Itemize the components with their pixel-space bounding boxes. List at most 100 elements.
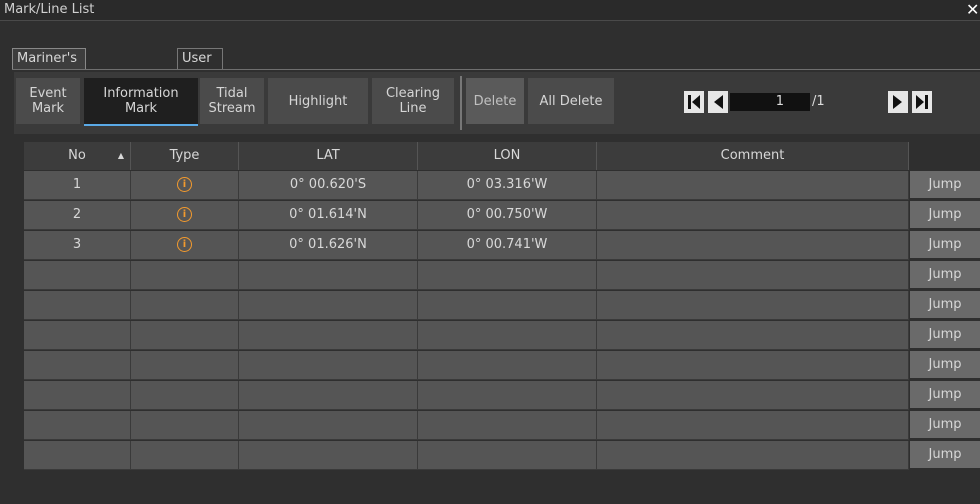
cell-lat: 0° 00.620'S bbox=[239, 171, 418, 200]
cell-type: i bbox=[131, 231, 239, 260]
tab-mariners-mark-line[interactable]: Mariner's Mark/Line bbox=[12, 48, 86, 86]
jump-button[interactable]: Jump bbox=[910, 351, 980, 378]
cell-comment bbox=[597, 411, 909, 440]
cell-no: 2 bbox=[24, 201, 131, 230]
jump-button[interactable]: Jump bbox=[910, 171, 980, 198]
cell-no: 1 bbox=[24, 171, 131, 200]
cell-type: i bbox=[131, 171, 239, 200]
cell-comment bbox=[597, 321, 909, 350]
cell-lon bbox=[418, 321, 597, 350]
clearing-line-label-2: Line bbox=[399, 101, 427, 116]
cell-lon bbox=[418, 261, 597, 290]
cell-no bbox=[24, 321, 131, 350]
header-comment[interactable]: Comment bbox=[597, 142, 909, 170]
prev-page-button[interactable] bbox=[708, 91, 728, 113]
information-mark-button[interactable]: Information Mark bbox=[84, 78, 198, 126]
cell-lon bbox=[418, 381, 597, 410]
jump-button[interactable]: Jump bbox=[910, 441, 980, 468]
window-title: Mark/Line List bbox=[4, 2, 95, 17]
jump-button[interactable]: Jump bbox=[910, 201, 980, 228]
cell-no: 3 bbox=[24, 231, 131, 260]
last-page-icon bbox=[916, 95, 928, 109]
clearing-line-button[interactable]: Clearing Line bbox=[372, 78, 454, 124]
info-icon: i bbox=[177, 207, 192, 222]
title-bar: Mark/Line List ✕ bbox=[0, 0, 980, 21]
highlight-button[interactable]: Highlight bbox=[268, 78, 368, 124]
last-page-button[interactable] bbox=[912, 91, 932, 113]
cell-no bbox=[24, 291, 131, 320]
cell-type bbox=[131, 411, 239, 440]
cell-comment bbox=[597, 261, 909, 290]
page-number-field[interactable]: 1 bbox=[730, 93, 810, 111]
all-delete-button[interactable]: All Delete bbox=[528, 78, 614, 124]
jump-button[interactable]: Jump bbox=[910, 261, 980, 288]
event-mark-button[interactable]: Event Mark bbox=[16, 78, 80, 124]
cell-no bbox=[24, 381, 131, 410]
cell-no bbox=[24, 261, 131, 290]
cell-type bbox=[131, 291, 239, 320]
current-page: 1 bbox=[775, 94, 784, 109]
toolbar: Event Mark Information Mark Tidal Stream Hi… bbox=[14, 72, 980, 134]
next-page-icon bbox=[893, 95, 902, 109]
tidal-stream-label-2: Stream bbox=[208, 101, 256, 116]
jump-button[interactable]: Jump bbox=[910, 411, 980, 438]
cell-lat bbox=[239, 321, 418, 350]
cell-lat bbox=[239, 291, 418, 320]
cell-comment bbox=[597, 201, 909, 230]
jump-button[interactable]: Jump bbox=[910, 231, 980, 258]
delete-button[interactable]: Delete bbox=[466, 78, 524, 124]
sort-asc-icon: ▲ bbox=[117, 151, 124, 160]
cell-no bbox=[24, 411, 131, 440]
cell-no bbox=[24, 351, 131, 380]
info-icon: i bbox=[177, 237, 192, 252]
table-row[interactable]: 3 i 0° 01.626'N 0° 00.741'W Jump bbox=[24, 231, 980, 260]
table-row[interactable]: Jump bbox=[24, 411, 980, 440]
table-row[interactable]: Jump bbox=[24, 381, 980, 410]
header-no-label: No bbox=[68, 148, 86, 163]
tidal-stream-button[interactable]: Tidal Stream bbox=[200, 78, 264, 124]
header-no[interactable]: No ▲ bbox=[24, 142, 131, 170]
event-mark-label-2: Mark bbox=[31, 101, 65, 116]
cell-comment bbox=[597, 441, 909, 470]
jump-button[interactable]: Jump bbox=[910, 381, 980, 408]
cell-no bbox=[24, 441, 131, 470]
first-page-icon bbox=[688, 95, 700, 109]
toolbar-separator bbox=[460, 76, 462, 130]
clearing-line-label-1: Clearing bbox=[385, 86, 441, 101]
close-icon[interactable]: ✕ bbox=[966, 0, 980, 20]
table-row[interactable]: Jump bbox=[24, 321, 980, 350]
table-row[interactable]: Jump bbox=[24, 441, 980, 470]
table-row[interactable]: 1 i 0° 00.620'S 0° 03.316'W Jump bbox=[24, 171, 980, 200]
mark-line-list-window: Mark/Line List ✕ Mariner's Mark/Line Use… bbox=[0, 0, 980, 504]
table-row[interactable]: Jump bbox=[24, 351, 980, 380]
cell-lat bbox=[239, 261, 418, 290]
tidal-stream-label-1: Tidal bbox=[216, 86, 248, 101]
cell-lat bbox=[239, 411, 418, 440]
cell-comment bbox=[597, 351, 909, 380]
total-pages: /1 bbox=[812, 94, 825, 109]
event-mark-label-1: Event bbox=[29, 86, 67, 101]
header-lat[interactable]: LAT bbox=[239, 142, 418, 170]
cell-type bbox=[131, 441, 239, 470]
cell-lon: 0° 00.750'W bbox=[418, 201, 597, 230]
table-row[interactable]: Jump bbox=[24, 291, 980, 320]
cell-comment bbox=[597, 231, 909, 260]
jump-button[interactable]: Jump bbox=[910, 321, 980, 348]
cell-type: i bbox=[131, 201, 239, 230]
prev-page-icon bbox=[714, 95, 723, 109]
table-row[interactable]: 2 i 0° 01.614'N 0° 00.750'W Jump bbox=[24, 201, 980, 230]
jump-button[interactable]: Jump bbox=[910, 291, 980, 318]
cell-lat: 0° 01.614'N bbox=[239, 201, 418, 230]
cell-comment bbox=[597, 171, 909, 200]
next-page-button[interactable] bbox=[888, 91, 908, 113]
first-page-button[interactable] bbox=[684, 91, 704, 113]
header-type[interactable]: Type bbox=[131, 142, 239, 170]
cell-comment bbox=[597, 381, 909, 410]
cell-type bbox=[131, 321, 239, 350]
information-mark-label-1: Information bbox=[103, 86, 179, 101]
information-mark-label-2: Mark bbox=[124, 101, 158, 116]
header-lon[interactable]: LON bbox=[418, 142, 597, 170]
cell-lat bbox=[239, 441, 418, 470]
table-row[interactable]: Jump bbox=[24, 261, 980, 290]
tab-user-chart[interactable]: User Chart bbox=[177, 48, 223, 86]
